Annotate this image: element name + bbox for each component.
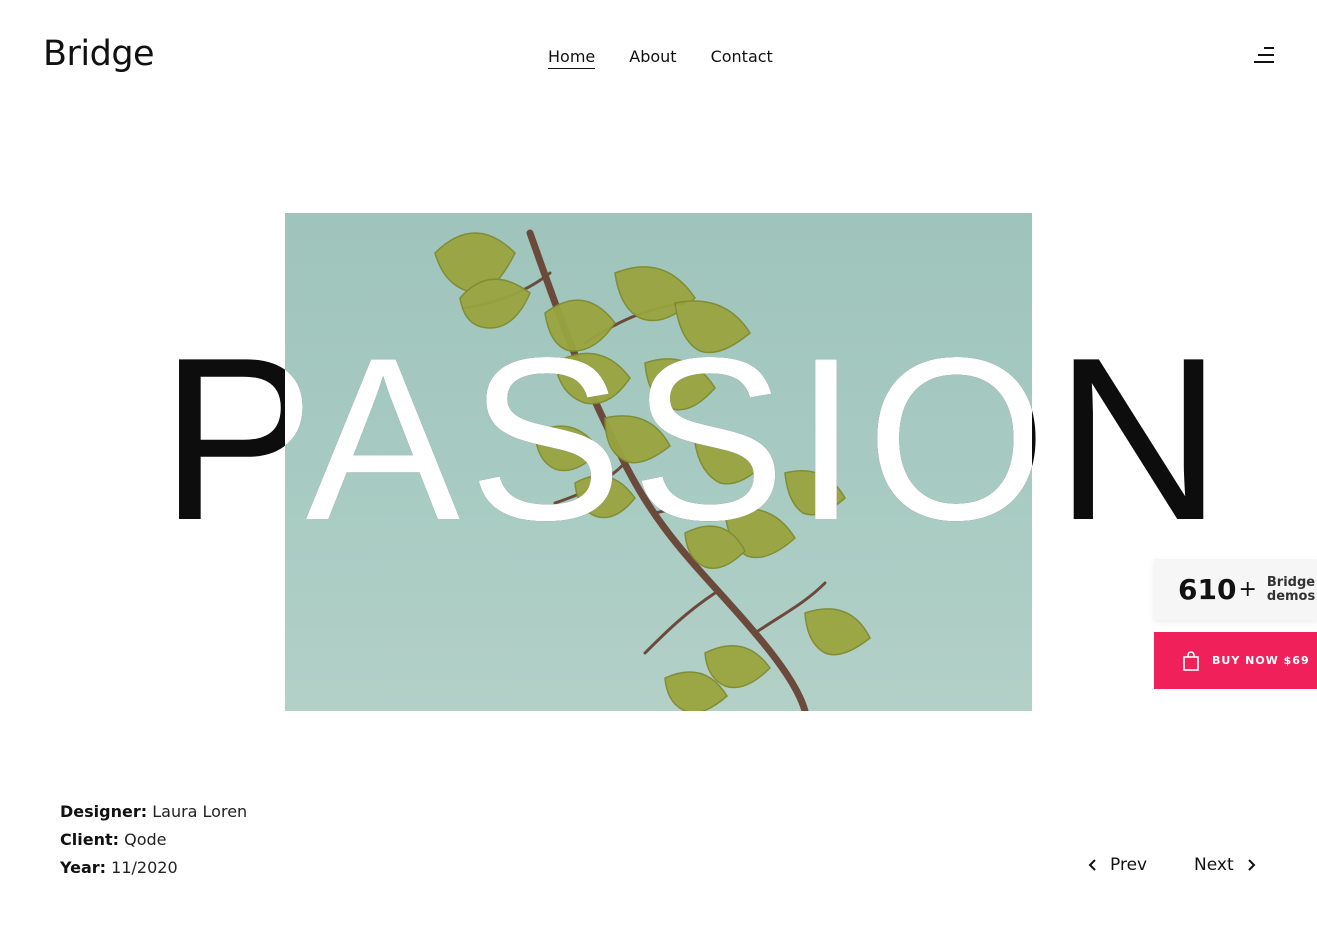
year-value: 11/2020 bbox=[111, 858, 178, 877]
year-label: Year: bbox=[60, 858, 107, 877]
main-nav: Home About Contact bbox=[548, 47, 773, 69]
demos-count-card[interactable]: 610 + Bridge demos bbox=[1154, 559, 1317, 620]
hamburger-icon[interactable] bbox=[1252, 45, 1274, 65]
demos-label-line1: Bridge bbox=[1266, 574, 1316, 590]
meta-designer: Designer: Laura Loren bbox=[60, 798, 247, 826]
prev-label: Prev bbox=[1110, 855, 1148, 875]
nav-item-home[interactable]: Home bbox=[548, 47, 596, 69]
next-label: Next bbox=[1194, 855, 1234, 875]
designer-value: Laura Loren bbox=[152, 802, 248, 821]
demos-count: 610 bbox=[1178, 573, 1237, 606]
project-meta: Designer: Laura Loren Client: Qode Year:… bbox=[60, 798, 247, 882]
nav-item-contact[interactable]: Contact bbox=[711, 47, 773, 69]
chevron-left-icon bbox=[1088, 859, 1096, 871]
buy-now-button[interactable]: BUY NOW $69 bbox=[1154, 632, 1317, 689]
next-link[interactable]: Next bbox=[1194, 855, 1256, 875]
demos-label: Bridge demos bbox=[1266, 574, 1316, 604]
meta-year: Year: 11/2020 bbox=[60, 854, 247, 882]
client-label: Client: bbox=[60, 830, 119, 849]
buy-now-label: BUY NOW $69 bbox=[1212, 654, 1310, 667]
site-logo[interactable]: Bridge bbox=[43, 34, 155, 74]
hero-headline-white: PASSION bbox=[285, 310, 1032, 569]
designer-label: Designer: bbox=[60, 802, 148, 821]
prev-link[interactable]: Prev bbox=[1088, 855, 1147, 875]
shopping-bag-icon bbox=[1183, 650, 1199, 671]
client-value: Qode bbox=[124, 830, 167, 849]
demos-plus: + bbox=[1238, 577, 1257, 602]
hero-headline-overlay: PASSION bbox=[285, 213, 1032, 711]
chevron-right-icon bbox=[1247, 859, 1256, 871]
meta-client: Client: Qode bbox=[60, 826, 247, 854]
nav-item-about[interactable]: About bbox=[629, 47, 676, 69]
demos-label-line2: demos bbox=[1266, 588, 1316, 604]
